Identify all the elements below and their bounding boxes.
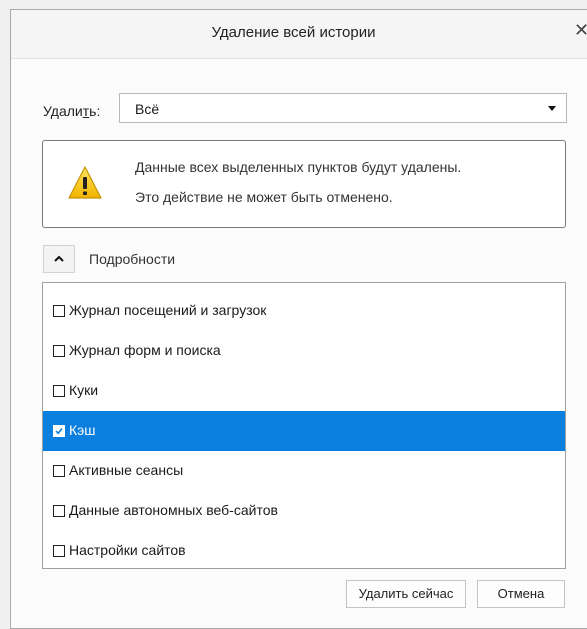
checkbox[interactable]	[53, 545, 65, 557]
list-item-cache[interactable]: Кэш	[43, 411, 565, 451]
list-item-cookies[interactable]: Куки	[43, 371, 565, 411]
cancel-button[interactable]: Отмена	[477, 580, 565, 608]
list-item-active-sessions[interactable]: Активные сеансы	[43, 451, 565, 491]
time-range-value: Всё	[135, 101, 160, 117]
checkbox[interactable]	[53, 305, 65, 317]
checkmark-icon	[55, 428, 63, 435]
list-item-form-history[interactable]: Журнал форм и поиска	[43, 331, 565, 371]
clear-history-dialog: Удаление всей истории ✕ Удалить: Всё Дан…	[10, 9, 587, 629]
checkbox[interactable]	[53, 465, 65, 477]
close-icon[interactable]: ✕	[574, 20, 587, 41]
dialog-title: Удаление всей истории	[211, 24, 376, 41]
details-toggle-button[interactable]	[43, 245, 75, 273]
chevron-up-icon	[54, 255, 64, 262]
item-label: Журнал форм и поиска	[69, 342, 221, 358]
list-item-browsing-history[interactable]: Журнал посещений и загрузок	[43, 291, 565, 331]
checkbox-checked[interactable]	[53, 425, 65, 437]
checkbox[interactable]	[53, 505, 65, 517]
title-bar: Удаление всей истории ✕	[11, 10, 587, 59]
item-label: Журнал посещений и загрузок	[69, 302, 267, 318]
details-label: Подробности	[89, 251, 176, 267]
item-label: Кэш	[69, 422, 96, 438]
item-label: Данные автономных веб-сайтов	[69, 502, 278, 518]
warning-irreversible-note: Это действие не может быть отменено.	[135, 189, 393, 205]
time-range-label: Удалить:	[43, 103, 101, 119]
history-items-list: Журнал посещений и загрузок Журнал форм …	[42, 282, 566, 569]
dropdown-arrow-icon	[548, 106, 556, 111]
item-label: Настройки сайтов	[69, 542, 186, 558]
warning-panel: Данные всех выделенных пунктов будут уда…	[42, 140, 566, 228]
item-label: Активные сеансы	[69, 462, 184, 478]
time-range-select[interactable]: Всё	[119, 93, 567, 123]
warning-icon	[68, 166, 102, 199]
warning-message: Данные всех выделенных пунктов будут уда…	[135, 159, 462, 175]
checkbox[interactable]	[53, 345, 65, 357]
checkbox[interactable]	[53, 385, 65, 397]
list-item-site-preferences[interactable]: Настройки сайтов	[43, 531, 565, 571]
list-item-offline-website-data[interactable]: Данные автономных веб-сайтов	[43, 491, 565, 531]
delete-now-button[interactable]: Удалить сейчас	[346, 580, 466, 608]
item-label: Куки	[69, 382, 99, 398]
